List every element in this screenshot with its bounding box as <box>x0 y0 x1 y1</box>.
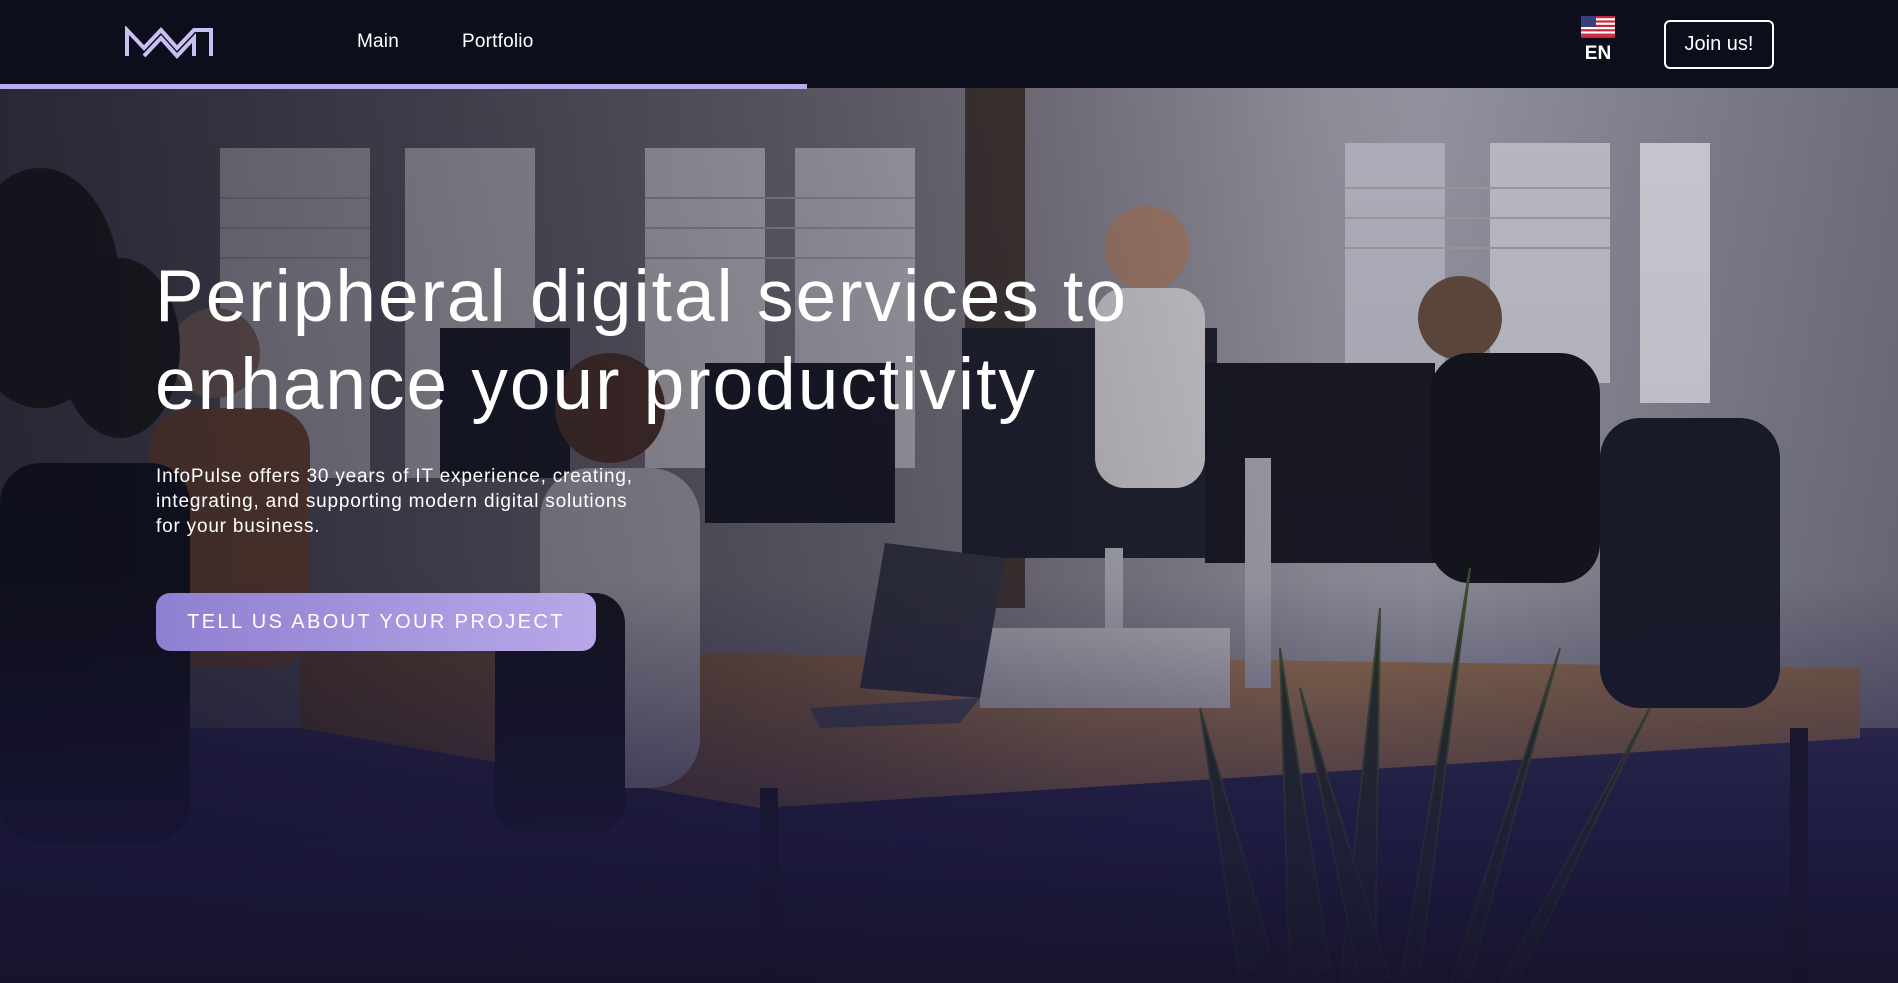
hero-headline: Peripheral digital services to enhance y… <box>155 256 1128 425</box>
scroll-progress-bar <box>0 84 1898 89</box>
language-code: EN <box>1584 43 1612 64</box>
language-switcher[interactable]: EN <box>1580 16 1616 65</box>
logo-icon[interactable] <box>124 26 214 60</box>
hero-section: Peripheral digital services to enhance y… <box>0 88 1898 983</box>
nav-item-portfolio[interactable]: Portfolio <box>462 31 534 53</box>
hero-subtext: InfoPulse offers 30 years of IT experien… <box>156 466 633 537</box>
tell-us-about-project-button[interactable]: TELL US ABOUT YOUR PROJECT <box>156 593 596 651</box>
scroll-progress-fill <box>0 84 807 89</box>
site-header: Main Portfolio EN Join us! <box>0 0 1898 89</box>
main-nav: Main Portfolio <box>357 31 534 53</box>
us-flag-icon <box>1581 16 1615 38</box>
join-us-button[interactable]: Join us! <box>1664 20 1774 69</box>
nav-item-main[interactable]: Main <box>357 31 399 53</box>
